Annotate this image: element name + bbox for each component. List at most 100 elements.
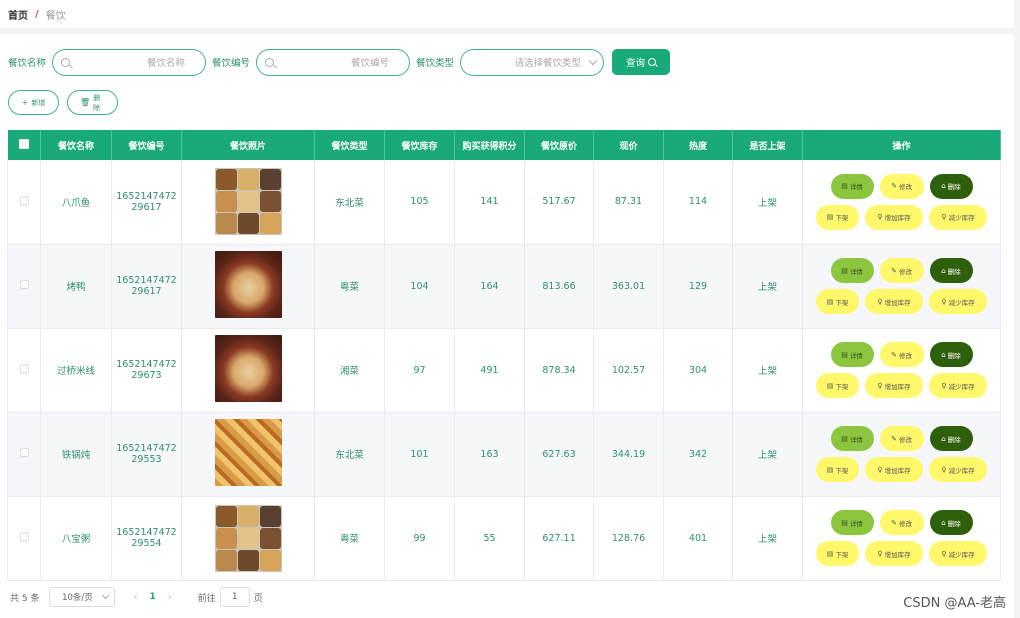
ops-cell: ▤ 详情 ✎ 修改 ⌂ 删除 ▤ 下架 ♀ 增加库存 ♀ 减少库存: [802, 496, 1001, 581]
reduce-stock-label: 减少库存: [948, 298, 975, 307]
delete-row-button[interactable]: ⌂ 删除: [929, 173, 973, 199]
type-select[interactable]: 请选择餐饮类型: [460, 48, 605, 76]
delete-row-button[interactable]: ⌂ 删除: [929, 258, 973, 283]
edit-label: 修改: [898, 351, 912, 360]
page-unit-label: 页: [253, 593, 263, 604]
bulb-icon: ♀: [877, 465, 883, 474]
trash-icon: ⌂: [941, 350, 946, 359]
delete-row-button[interactable]: ⌂ 删除: [929, 342, 973, 367]
reduce-stock-button[interactable]: ♀ 减少库存: [929, 289, 987, 314]
page-size-select[interactable]: 10条/页: [49, 587, 116, 607]
add-stock-button[interactable]: ♀ 增加库存: [865, 373, 923, 398]
delete-row-button[interactable]: ⌂ 删除: [929, 426, 973, 451]
unlist-label: 下架: [835, 550, 849, 559]
current-price-cell: 363.01: [593, 244, 664, 329]
dish-code-line2: 29553: [131, 454, 162, 465]
select-cell[interactable]: [7, 160, 41, 245]
page-number-current[interactable]: 1: [149, 592, 155, 602]
select-cell[interactable]: [7, 328, 41, 413]
heat-cell: 129: [663, 244, 733, 329]
unlist-label: 下架: [835, 298, 849, 307]
select-cell[interactable]: [7, 244, 41, 329]
document-icon: ▤: [841, 266, 848, 275]
reduce-stock-button[interactable]: ♀ 减少库存: [929, 204, 987, 230]
detail-button[interactable]: ▤ 详情: [830, 510, 874, 535]
edit-button[interactable]: ✎ 修改: [879, 173, 924, 199]
points-cell: 164: [454, 244, 525, 329]
status-cell: 上架: [732, 160, 803, 245]
current-price-cell: 128.76: [593, 496, 664, 581]
reduce-stock-button[interactable]: ♀ 减少库存: [929, 457, 987, 482]
pencil-icon: ✎: [891, 266, 897, 275]
row-checkbox[interactable]: [19, 195, 29, 205]
select-all-cell[interactable]: [7, 130, 41, 160]
unlist-button[interactable]: ▤ 下架: [816, 541, 859, 566]
reduce-stock-label: 减少库存: [948, 382, 975, 391]
unlist-button[interactable]: ▤ 下架: [816, 204, 859, 230]
page-size-value: 10条/页: [62, 593, 93, 603]
column-header: 现价: [593, 130, 664, 160]
query-button[interactable]: 查询: [612, 49, 671, 75]
detail-button[interactable]: ▤ 详情: [830, 173, 874, 199]
delete-button[interactable]: 🗑 删除: [67, 90, 118, 115]
column-header: 餐饮编号: [111, 130, 182, 160]
detail-button[interactable]: ▤ 详情: [830, 258, 874, 283]
document-icon: ▤: [841, 518, 848, 527]
add-stock-label: 增加库存: [884, 382, 911, 391]
breadcrumb-home[interactable]: 首页: [8, 7, 28, 22]
name-search-input[interactable]: 餐饮名称: [52, 48, 207, 76]
dish-photo[interactable]: [214, 419, 282, 486]
unlist-button[interactable]: ▤ 下架: [816, 373, 859, 398]
document-icon: ▤: [826, 549, 834, 558]
add-stock-button[interactable]: ♀ 增加库存: [865, 289, 923, 314]
trash-icon: ⌂: [941, 434, 946, 443]
heat-cell: 342: [663, 412, 733, 497]
row-checkbox[interactable]: [19, 448, 29, 457]
document-icon: ▤: [826, 465, 834, 474]
reduce-stock-button[interactable]: ♀ 减少库存: [929, 541, 987, 566]
next-page-button[interactable]: ›: [168, 592, 172, 603]
dish-code-cell: 1652147472 29617: [111, 244, 182, 329]
name-label: 餐饮名称: [8, 58, 47, 69]
status-cell: 上架: [732, 244, 803, 329]
goto-page-input[interactable]: 1: [219, 587, 250, 607]
type-placeholder: 请选择餐饮类型: [514, 58, 582, 69]
column-header: 是否上架: [732, 130, 803, 160]
reduce-stock-button[interactable]: ♀ 减少库存: [929, 373, 987, 398]
unlist-button[interactable]: ▤ 下架: [816, 457, 859, 482]
delete-row-button[interactable]: ⌂ 删除: [929, 510, 973, 535]
dish-type-cell: 粤菜: [314, 496, 385, 581]
prev-page-button[interactable]: ‹: [133, 592, 137, 603]
select-all-checkbox[interactable]: [18, 138, 29, 149]
dish-photo-cell: [181, 244, 315, 329]
dish-photo[interactable]: [214, 168, 282, 236]
main-panel: 餐饮名称 餐饮名称 餐饮编号 餐饮编号 餐饮类型 请选择餐饮类型 查询 + 新增…: [0, 34, 1014, 618]
edit-button[interactable]: ✎ 修改: [879, 342, 924, 367]
detail-button[interactable]: ▤ 详情: [830, 342, 874, 367]
dish-photo[interactable]: [214, 504, 282, 572]
detail-button[interactable]: ▤ 详情: [830, 426, 874, 451]
breadcrumb: 首页 / 餐饮: [0, 0, 1014, 28]
edit-button[interactable]: ✎ 修改: [879, 426, 924, 451]
bulb-icon: ♀: [877, 297, 883, 306]
add-stock-button[interactable]: ♀ 增加库存: [865, 204, 923, 230]
dish-photo-cell: [181, 328, 315, 413]
code-search-input[interactable]: 餐饮编号: [256, 48, 411, 76]
select-cell[interactable]: [7, 412, 41, 497]
row-checkbox[interactable]: [19, 364, 29, 373]
add-button[interactable]: + 新增: [8, 90, 59, 115]
row-checkbox[interactable]: [19, 532, 29, 541]
select-cell[interactable]: [7, 496, 41, 581]
column-header: 餐饮类型: [314, 130, 385, 160]
add-stock-button[interactable]: ♀ 增加库存: [865, 457, 923, 482]
heat-cell: 114: [663, 160, 733, 245]
edit-button[interactable]: ✎ 修改: [879, 510, 924, 535]
row-checkbox[interactable]: [19, 280, 29, 289]
current-price-cell: 102.57: [593, 328, 664, 413]
unlist-button[interactable]: ▤ 下架: [816, 289, 859, 314]
dish-photo[interactable]: [214, 335, 282, 402]
stock-cell: 101: [384, 412, 455, 497]
edit-button[interactable]: ✎ 修改: [879, 258, 924, 283]
add-stock-button[interactable]: ♀ 增加库存: [865, 541, 923, 566]
dish-photo[interactable]: [214, 251, 282, 318]
